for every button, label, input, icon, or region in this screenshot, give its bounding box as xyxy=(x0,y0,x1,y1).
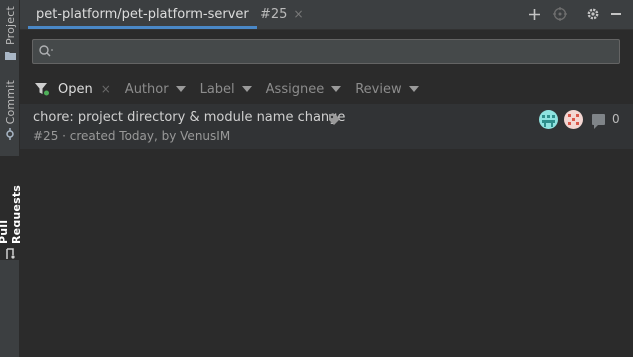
filter-bar: Open × Author Label Assignee Review xyxy=(34,78,433,100)
sidebar-tab-project-label: Project xyxy=(3,6,17,46)
clear-filter-icon[interactable]: × xyxy=(101,82,111,96)
comment-count: 0 xyxy=(592,112,620,129)
target-icon[interactable] xyxy=(552,6,568,22)
pull-request-meta: #25 · created Today, by VenusIM xyxy=(33,129,231,143)
tab-repository-label: pet-platform/pet-platform-server xyxy=(36,7,249,22)
filter-state-label: Open xyxy=(58,81,93,97)
folder-icon xyxy=(4,49,16,61)
sidebar-tab-commit-label: Commit xyxy=(3,80,17,125)
filter-author[interactable]: Author xyxy=(125,82,186,97)
comment-count-value: 0 xyxy=(612,112,620,126)
tag-icon xyxy=(328,111,341,130)
filter-assignee[interactable]: Assignee xyxy=(266,82,342,97)
search-input[interactable] xyxy=(57,40,607,63)
commit-icon xyxy=(4,128,16,141)
filter-icon[interactable] xyxy=(34,81,50,97)
chevron-down-icon xyxy=(241,86,252,92)
chevron-down-icon xyxy=(331,86,342,92)
comment-icon xyxy=(592,113,605,129)
avatar xyxy=(539,110,558,129)
chevron-down-icon xyxy=(175,86,186,92)
avatar xyxy=(564,110,583,129)
filter-label-label: Label xyxy=(199,81,235,97)
chevron-down-icon xyxy=(408,86,419,92)
sidebar-tab-pull-requests[interactable]: Pull Requests xyxy=(0,156,23,260)
sidebar-tab-project[interactable]: Project xyxy=(0,6,20,66)
tab-repository[interactable]: pet-platform/pet-platform-server xyxy=(28,0,257,29)
filter-label[interactable]: Label xyxy=(200,82,252,97)
plus-icon[interactable] xyxy=(526,6,542,22)
filter-assignee-label: Assignee xyxy=(265,81,325,97)
filter-review-label: Review xyxy=(355,81,402,97)
pull-request-title: chore: project directory & module name c… xyxy=(33,110,346,125)
sidebar-tab-commit[interactable]: Commit xyxy=(0,80,20,142)
pull-request-icon xyxy=(4,248,16,260)
search-icon xyxy=(38,43,54,63)
filter-review[interactable]: Review xyxy=(355,81,419,97)
pull-requests-panel: pet-platform/pet-platform-server #25 × Op xyxy=(20,0,633,357)
minimize-icon[interactable] xyxy=(608,6,624,22)
tab-bar: pet-platform/pet-platform-server #25 × xyxy=(20,0,633,30)
close-icon[interactable]: × xyxy=(293,7,303,21)
filter-state-open[interactable]: Open × xyxy=(58,82,111,97)
gear-icon[interactable] xyxy=(585,6,601,22)
search-field[interactable] xyxy=(32,39,620,64)
list-item[interactable]: chore: project directory & module name c… xyxy=(20,104,633,149)
filter-author-label: Author xyxy=(124,81,169,97)
tab-pull-request-25-label: #25 xyxy=(260,7,288,22)
tab-pull-request-25[interactable]: #25 × xyxy=(254,0,310,29)
